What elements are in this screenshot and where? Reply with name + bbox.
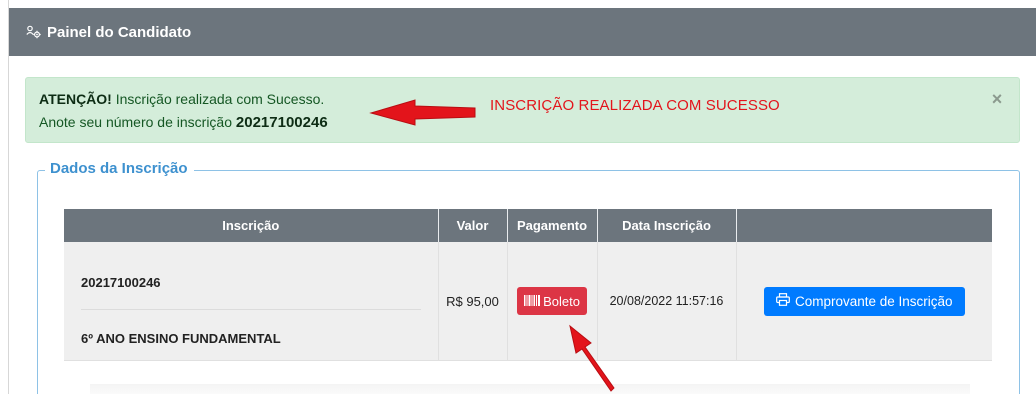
annotation-arrows: [369, 99, 615, 392]
up-arrow-icon: [569, 324, 615, 392]
left-arrow-icon: [369, 99, 476, 126]
